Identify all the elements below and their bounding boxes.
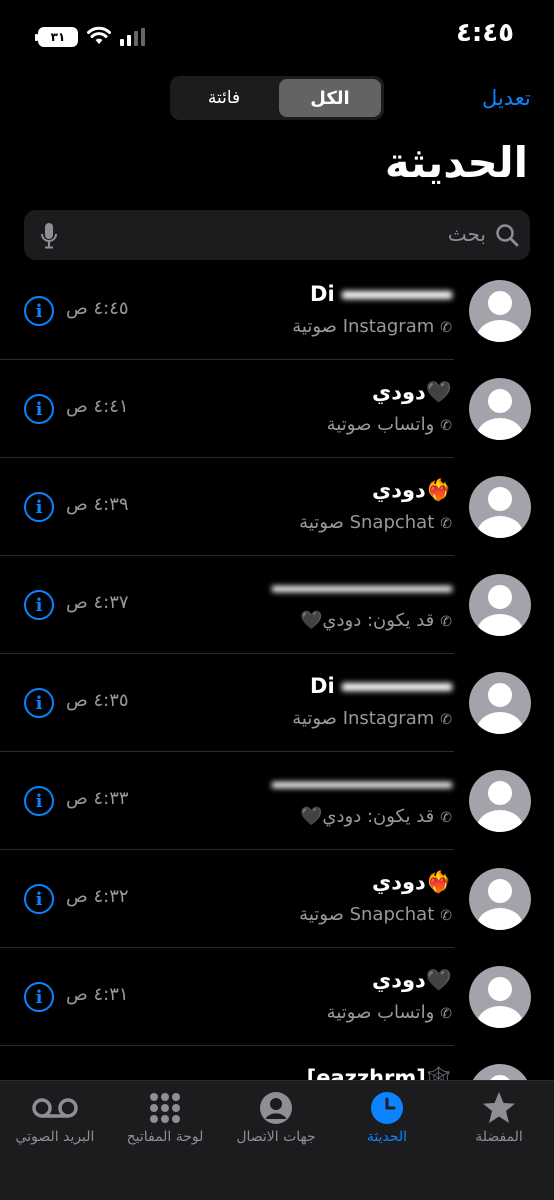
call-type: ✆Instagram صوتية	[292, 316, 452, 337]
call-time: ٤:٣٧ ص	[66, 592, 129, 613]
caller-name: [eazzhrm]🕸️	[306, 1066, 452, 1080]
edit-button[interactable]: تعديل	[482, 86, 531, 110]
segment-all[interactable]: الكل	[279, 79, 381, 117]
info-button[interactable]: i	[24, 884, 54, 914]
call-type: ✆Instagram صوتية	[292, 708, 452, 729]
status-time: ٤:٤٥	[455, 18, 514, 48]
redacted-text	[272, 586, 452, 592]
call-type: ✆قد يكون: دودي🖤	[300, 610, 452, 631]
caller-name: دودي❤️‍🔥	[371, 870, 452, 894]
phone-icon: ✆	[440, 908, 452, 924]
call-row[interactable]: Di ✆Instagram صوتية ٤:٤٥ ص i	[0, 262, 554, 360]
phone-icon: ✆	[440, 1006, 452, 1022]
segment-missed[interactable]: فائتة	[173, 79, 275, 117]
cellular-signal-icon	[120, 28, 145, 46]
caller-name	[272, 772, 452, 796]
tab-label: البريد الصوتي	[15, 1129, 95, 1145]
caller-name: دودي🖤	[371, 380, 452, 404]
call-row[interactable]: دودي❤️‍🔥 ✆Snapchat صوتية ٤:٣٢ ص i	[0, 850, 554, 948]
phone-icon: ✆	[440, 712, 452, 728]
info-button[interactable]: i	[24, 982, 54, 1012]
battery-level: ٣١	[50, 30, 66, 44]
caller-name: دودي❤️‍🔥	[371, 478, 452, 502]
call-time: ٤:٣٩ ص	[66, 494, 129, 515]
caller-name: Di	[310, 282, 452, 306]
call-type: ✆Snapchat صوتية	[299, 904, 452, 925]
phone-icon: ✆	[440, 418, 452, 434]
info-button[interactable]: i	[24, 296, 54, 326]
call-type: ✆واتساب صوتية	[326, 1002, 452, 1023]
wifi-icon	[87, 26, 111, 44]
info-button[interactable]: i	[24, 688, 54, 718]
avatar	[469, 770, 531, 832]
avatar	[469, 1064, 531, 1080]
voicemail-icon	[32, 1098, 78, 1118]
clock-icon	[371, 1092, 403, 1124]
tab-contacts[interactable]: جهات الاتصال	[221, 1091, 331, 1145]
call-row[interactable]: دودي🖤 ✆واتساب صوتية ٤:٣١ ص i	[0, 948, 554, 1046]
caller-name: Di	[310, 674, 452, 698]
phone-icon: ✆	[440, 614, 452, 630]
tab-voicemail[interactable]: البريد الصوتي	[0, 1091, 110, 1145]
call-type: ✆واتساب صوتية	[326, 414, 452, 435]
tab-label: لوحة المفاتيح	[126, 1129, 204, 1145]
phone-icon: ✆	[440, 320, 452, 336]
call-row[interactable]: Di ✆Instagram صوتية ٤:٣٥ ص i	[0, 654, 554, 752]
call-time: ٤:٣١ ص	[66, 984, 129, 1005]
battery-icon: ٣١	[35, 27, 78, 47]
redacted-text	[342, 683, 452, 691]
search-field[interactable]: بحث	[24, 210, 530, 260]
call-time: ٤:٤٥ ص	[66, 298, 129, 319]
page-title: الحديثة	[384, 138, 528, 187]
call-row[interactable]: ✆قد يكون: دودي🖤 ٤:٣٧ ص i	[0, 556, 554, 654]
call-row[interactable]: دودي🖤 ✆واتساب صوتية ٤:٤١ ص i	[0, 360, 554, 458]
status-bar: ٣١ ٤:٤٥	[0, 0, 554, 70]
info-button[interactable]: i	[24, 590, 54, 620]
keypad-icon	[150, 1093, 180, 1123]
tab-label: الحديثة	[366, 1129, 408, 1145]
info-button[interactable]: i	[24, 492, 54, 522]
call-row[interactable]: دودي❤️‍🔥 ✆Snapchat صوتية ٤:٣٩ ص i	[0, 458, 554, 556]
call-type: ✆قد يكون: دودي🖤	[300, 806, 452, 827]
redacted-text	[342, 291, 452, 299]
call-time: ٤:٣٣ ص	[66, 788, 129, 809]
recent-calls-list: Di ✆Instagram صوتية ٤:٤٥ ص i دودي🖤 ✆واتس…	[0, 262, 554, 1080]
call-time: ٤:٣٥ ص	[66, 690, 129, 711]
redacted-text	[272, 782, 452, 788]
call-time: ٤:٤١ ص	[66, 396, 129, 417]
avatar	[469, 378, 531, 440]
call-time: ٤:٣٢ ص	[66, 886, 129, 907]
avatar	[469, 280, 531, 342]
avatar	[469, 868, 531, 930]
tab-recents[interactable]: الحديثة	[332, 1091, 442, 1145]
call-type: ✆Snapchat صوتية	[299, 512, 452, 533]
avatar	[469, 672, 531, 734]
microphone-icon[interactable]	[40, 222, 58, 250]
call-row[interactable]: [eazzhrm]🕸️	[0, 1046, 554, 1080]
info-button[interactable]: i	[24, 394, 54, 424]
person-icon	[260, 1092, 292, 1124]
tab-keypad[interactable]: لوحة المفاتيح	[110, 1091, 220, 1145]
call-row[interactable]: ✆قد يكون: دودي🖤 ٤:٣٣ ص i	[0, 752, 554, 850]
tab-favorites[interactable]: المفضلة	[444, 1091, 554, 1145]
star-icon	[483, 1092, 515, 1123]
filter-segmented-control: الكل فائتة	[170, 76, 384, 120]
phone-icon: ✆	[440, 516, 452, 532]
info-button[interactable]: i	[24, 786, 54, 816]
tab-label: جهات الاتصال	[236, 1129, 316, 1145]
phone-icon: ✆	[440, 810, 452, 826]
tab-bar: المفضلة الحديثة جهات الاتصال لوحة المفات…	[0, 1080, 554, 1200]
avatar	[469, 574, 531, 636]
tab-label: المفضلة	[475, 1129, 523, 1145]
search-icon	[496, 224, 519, 247]
caller-name	[272, 576, 452, 600]
avatar	[469, 476, 531, 538]
search-placeholder: بحث	[447, 222, 486, 246]
avatar	[469, 966, 531, 1028]
caller-name: دودي🖤	[371, 968, 452, 992]
